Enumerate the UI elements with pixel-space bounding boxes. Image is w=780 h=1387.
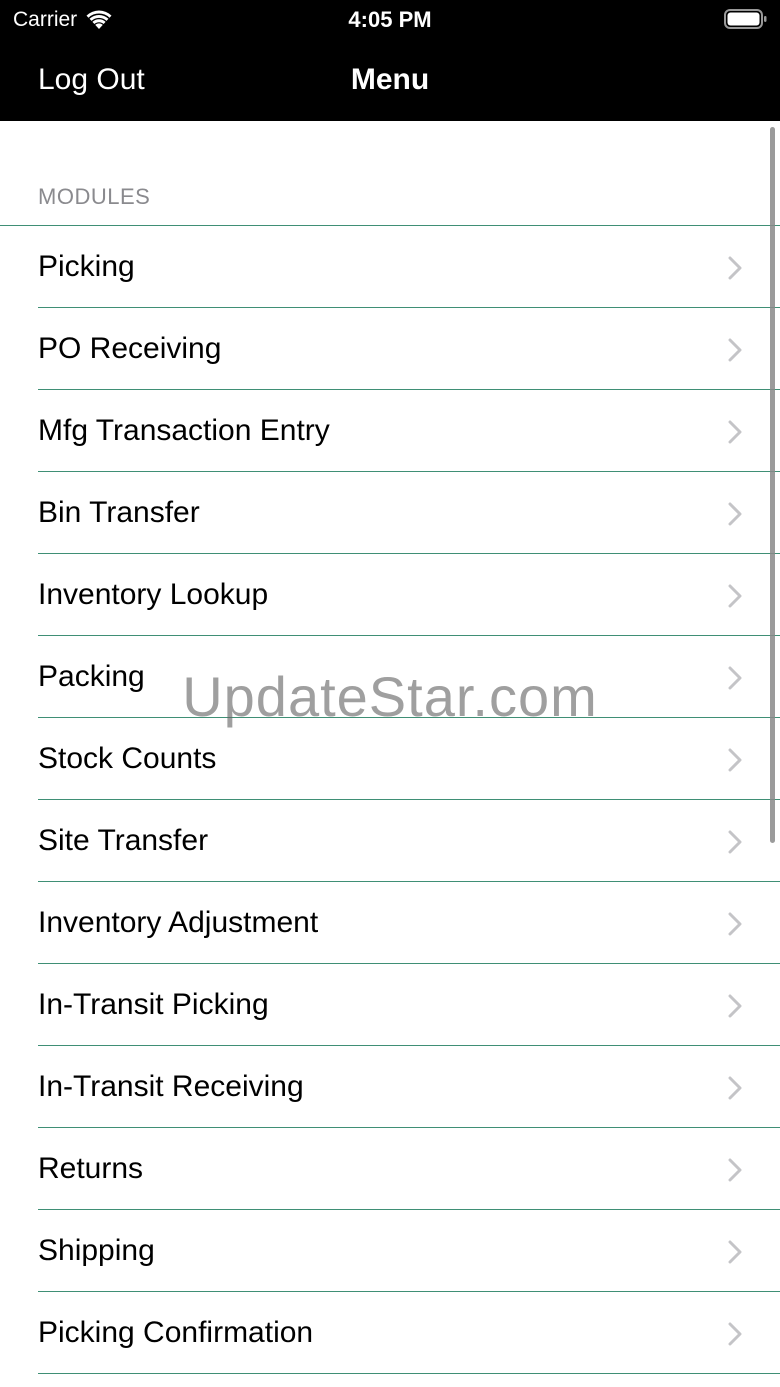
list-item-packing[interactable]: Packing <box>0 636 780 718</box>
list-item-bin-transfer[interactable]: Bin Transfer <box>0 472 780 554</box>
battery-icon <box>724 9 767 29</box>
section-header: MODULES <box>38 184 151 209</box>
list-item-stock-counts[interactable]: Stock Counts <box>0 718 780 800</box>
chevron-right-icon <box>728 256 742 280</box>
list-item-shipping[interactable]: Shipping <box>0 1210 780 1292</box>
top-bar: Carrier 4:05 PM Log Out Menu <box>0 0 780 121</box>
list-item-label: Stock Counts <box>38 742 217 775</box>
chevron-right-icon <box>728 1158 742 1182</box>
list-item-site-transfer[interactable]: Site Transfer <box>0 800 780 882</box>
chevron-right-icon <box>728 338 742 362</box>
list-item-label: Picking Confirmation <box>38 1316 314 1349</box>
list-item-returns[interactable]: Returns <box>0 1128 780 1210</box>
vertical-scrollbar[interactable] <box>770 127 775 843</box>
list-item-mfg-transaction-entry[interactable]: Mfg Transaction Entry <box>0 390 780 472</box>
list-item-label: In-Transit Picking <box>38 988 269 1021</box>
chevron-right-icon <box>728 1240 742 1264</box>
list-item-label: Mfg Transaction Entry <box>38 414 330 447</box>
list-item-in-transit-picking[interactable]: In-Transit Picking <box>0 964 780 1046</box>
log-out-button[interactable]: Log Out <box>38 60 145 100</box>
list-item-label: Site Transfer <box>38 824 209 857</box>
chevron-right-icon <box>728 584 742 608</box>
list-item-label: Picking <box>38 250 135 283</box>
list-item-label: Inventory Lookup <box>38 578 269 611</box>
chevron-right-icon <box>728 502 742 526</box>
chevron-right-icon <box>728 830 742 854</box>
list-item-label: Inventory Adjustment <box>38 906 319 939</box>
list-item-label: Returns <box>38 1152 144 1185</box>
list-item-label: In-Transit Receiving <box>38 1070 304 1103</box>
modules-list: Picking PO Receiving Mfg Transaction Ent… <box>0 225 780 1374</box>
menu-content: MODULES Picking PO Receiving Mfg Transac… <box>0 121 780 1387</box>
list-item-inventory-adjustment[interactable]: Inventory Adjustment <box>0 882 780 964</box>
list-item-po-receiving[interactable]: PO Receiving <box>0 308 780 390</box>
chevron-right-icon <box>728 748 742 772</box>
list-item-picking[interactable]: Picking <box>0 226 780 308</box>
list-item-picking-confirmation[interactable]: Picking Confirmation <box>0 1292 780 1374</box>
chevron-right-icon <box>728 994 742 1018</box>
chevron-right-icon <box>728 666 742 690</box>
chevron-right-icon <box>728 1322 742 1346</box>
list-item-inventory-lookup[interactable]: Inventory Lookup <box>0 554 780 636</box>
chevron-right-icon <box>728 420 742 444</box>
chevron-right-icon <box>728 1076 742 1100</box>
list-item-label: Bin Transfer <box>38 496 200 529</box>
list-item-label: Packing <box>38 660 145 693</box>
list-item-label: Shipping <box>38 1234 155 1267</box>
list-item-in-transit-receiving[interactable]: In-Transit Receiving <box>0 1046 780 1128</box>
chevron-right-icon <box>728 912 742 936</box>
status-time: 4:05 PM <box>348 7 432 32</box>
list-item-label: PO Receiving <box>38 332 222 365</box>
